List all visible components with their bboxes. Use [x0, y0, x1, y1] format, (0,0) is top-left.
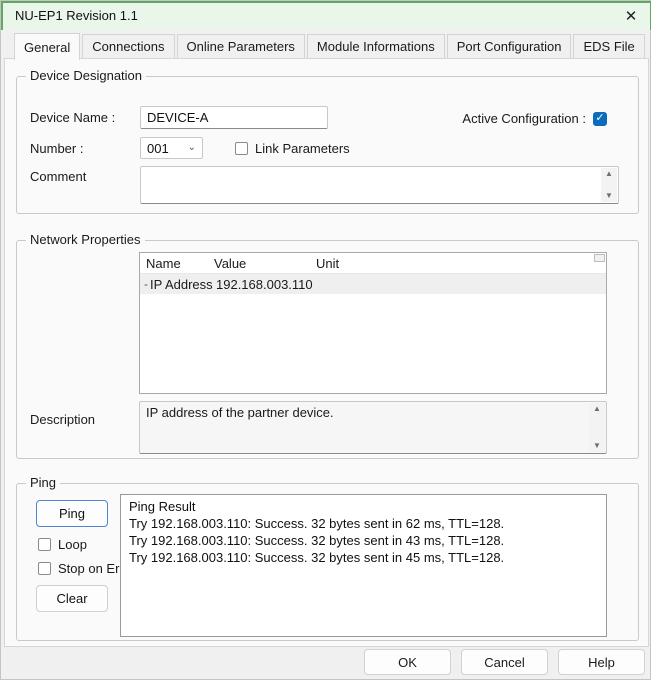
description-box: IP address of the partner device. ▲ ▼	[139, 401, 607, 454]
device-name-label: Device Name :	[30, 110, 115, 125]
device-name-input[interactable]: DEVICE-A	[140, 106, 328, 129]
link-parameters-label: Link Parameters	[255, 141, 350, 156]
description-label: Description	[30, 412, 95, 427]
network-properties-group: Network Properties Name Value Unit - IP …	[16, 240, 639, 459]
ping-group: Ping Ping Loop Stop on Error Clear Ping …	[16, 483, 639, 641]
ping-result-line: Try 192.168.003.110: Success. 32 bytes s…	[129, 549, 598, 566]
scroll-up-icon[interactable]: ▲	[593, 405, 601, 413]
device-designation-group: Device Designation Device Name : DEVICE-…	[16, 76, 639, 214]
table-scroll-corner	[594, 254, 605, 262]
description-scrollbar[interactable]: ▲ ▼	[589, 403, 605, 452]
dialog-window: NU-EP1 Revision 1.1 ✕ General Connection…	[0, 0, 651, 680]
description-value: IP address of the partner device.	[146, 405, 586, 420]
chevron-down-icon: ⌄	[188, 144, 196, 152]
column-header-unit[interactable]: Unit	[316, 256, 606, 271]
scroll-down-icon[interactable]: ▼	[605, 192, 613, 200]
network-properties-legend: Network Properties	[26, 232, 145, 248]
help-button-label: Help	[588, 655, 615, 670]
check-icon: ✓	[595, 113, 604, 124]
table-row[interactable]: - IP Address 192.168.003.110	[140, 274, 606, 294]
device-designation-legend: Device Designation	[26, 68, 146, 84]
table-header-row: Name Value Unit	[140, 253, 606, 274]
link-parameters-row: Link Parameters	[235, 141, 350, 156]
network-properties-table: Name Value Unit - IP Address 192.168.003…	[139, 252, 607, 394]
loop-row: Loop	[38, 537, 87, 552]
tab-bar: General Connections Online Parameters Mo…	[3, 34, 650, 59]
device-name-value: DEVICE-A	[147, 110, 208, 125]
loop-label: Loop	[58, 537, 87, 552]
ok-button-label: OK	[398, 655, 417, 670]
ping-button-label: Ping	[59, 506, 85, 521]
active-configuration-row: Active Configuration : ✓	[462, 111, 607, 126]
collapse-icon[interactable]: -	[140, 277, 150, 291]
ping-result-box[interactable]: Ping Result Try 192.168.003.110: Success…	[120, 494, 607, 637]
ping-result-line: Try 192.168.003.110: Success. 32 bytes s…	[129, 515, 598, 532]
clear-button[interactable]: Clear	[36, 585, 108, 612]
ping-result-line: Try 192.168.003.110: Success. 32 bytes s…	[129, 532, 598, 549]
footer-button-bar: OK Cancel Help	[1, 645, 650, 679]
ping-legend: Ping	[26, 475, 60, 491]
active-configuration-checkbox[interactable]: ✓	[593, 112, 607, 126]
help-button[interactable]: Help	[558, 649, 645, 675]
comment-label: Comment	[30, 169, 86, 184]
tab-page-general: Device Designation Device Name : DEVICE-…	[4, 58, 649, 647]
loop-checkbox[interactable]	[38, 538, 51, 551]
number-label: Number :	[30, 141, 83, 156]
number-value: 001	[147, 141, 169, 156]
ping-result-line: Ping Result	[129, 498, 598, 515]
tab-online-parameters[interactable]: Online Parameters	[177, 34, 305, 59]
scroll-down-icon[interactable]: ▼	[593, 442, 601, 450]
active-configuration-label: Active Configuration :	[462, 111, 586, 126]
ok-button[interactable]: OK	[364, 649, 451, 675]
tab-port-configuration[interactable]: Port Configuration	[447, 34, 572, 59]
titlebar: NU-EP1 Revision 1.1 ✕	[1, 1, 651, 30]
cancel-button[interactable]: Cancel	[461, 649, 548, 675]
tab-connections[interactable]: Connections	[82, 34, 174, 59]
scroll-up-icon[interactable]: ▲	[605, 170, 613, 178]
comment-scrollbar[interactable]: ▲ ▼	[601, 168, 617, 202]
cancel-button-label: Cancel	[484, 655, 524, 670]
window-title: NU-EP1 Revision 1.1	[15, 8, 622, 23]
clear-button-label: Clear	[56, 591, 87, 606]
column-header-value[interactable]: Value	[214, 256, 316, 271]
close-icon[interactable]: ✕	[622, 7, 640, 25]
link-parameters-checkbox[interactable]	[235, 142, 248, 155]
tab-eds-file[interactable]: EDS File	[573, 34, 644, 59]
stop-on-error-checkbox[interactable]	[38, 562, 51, 575]
tab-general[interactable]: General	[14, 33, 80, 60]
row-value: 192.168.003.110	[216, 277, 606, 292]
row-name: IP Address	[150, 277, 216, 292]
comment-input[interactable]: ▲ ▼	[140, 166, 619, 204]
column-header-name[interactable]: Name	[140, 256, 214, 271]
ping-button[interactable]: Ping	[36, 500, 108, 527]
tab-module-informations[interactable]: Module Informations	[307, 34, 445, 59]
number-dropdown[interactable]: 001 ⌄	[140, 137, 203, 159]
